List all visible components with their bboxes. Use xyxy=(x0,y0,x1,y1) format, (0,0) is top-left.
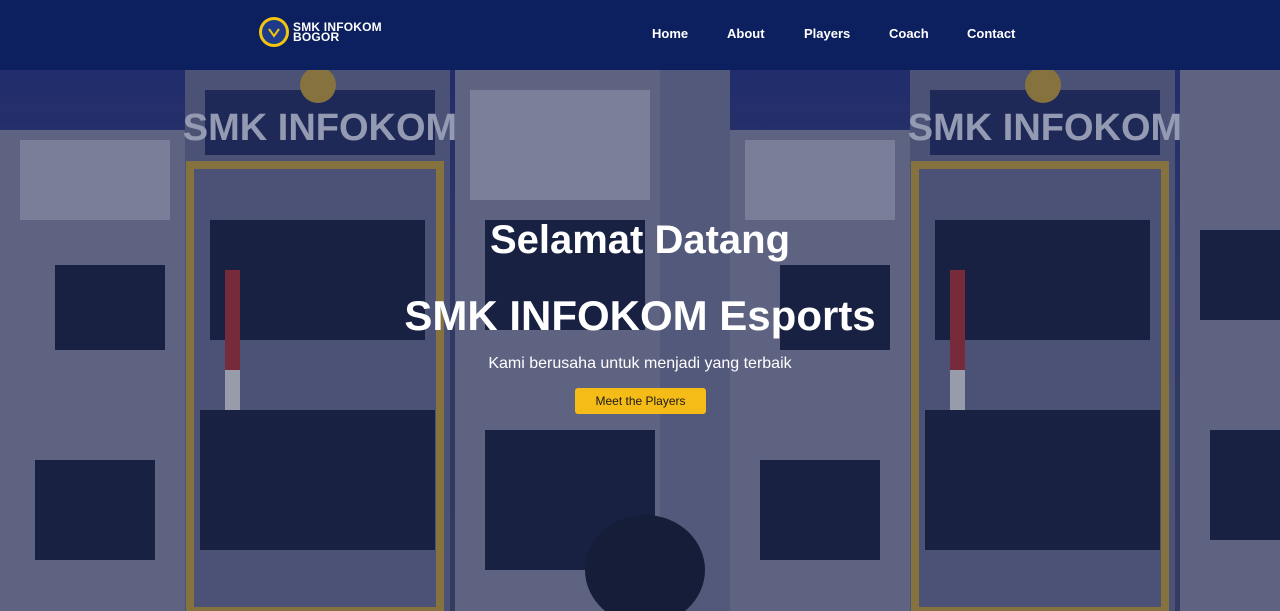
nav-links: Home About Players Coach Contact xyxy=(0,26,1280,42)
nav-link-coach[interactable]: Coach xyxy=(889,26,929,41)
nav-link-about[interactable]: About xyxy=(727,26,765,41)
hero-subtitle: SMK INFOKOM Esports xyxy=(404,292,876,339)
nav-link-players[interactable]: Players xyxy=(804,26,850,41)
meet-the-players-button[interactable]: Meet the Players xyxy=(575,388,706,414)
hero-content: Selamat Datang SMK INFOKOM Esports Kami … xyxy=(0,70,1280,611)
hero-title: Selamat Datang xyxy=(489,218,791,262)
nav-link-contact[interactable]: Contact xyxy=(967,26,1015,41)
navbar: SMK INFOKOM BOGOR Home About Players Coa… xyxy=(0,0,1280,70)
hero-section: SMK INFOKOM SMK INFOKOM Selamat Datang S… xyxy=(0,70,1280,611)
nav-link-home[interactable]: Home xyxy=(652,26,688,41)
hero-tagline: Kami berusaha untuk menjadi yang terbaik xyxy=(488,355,792,372)
